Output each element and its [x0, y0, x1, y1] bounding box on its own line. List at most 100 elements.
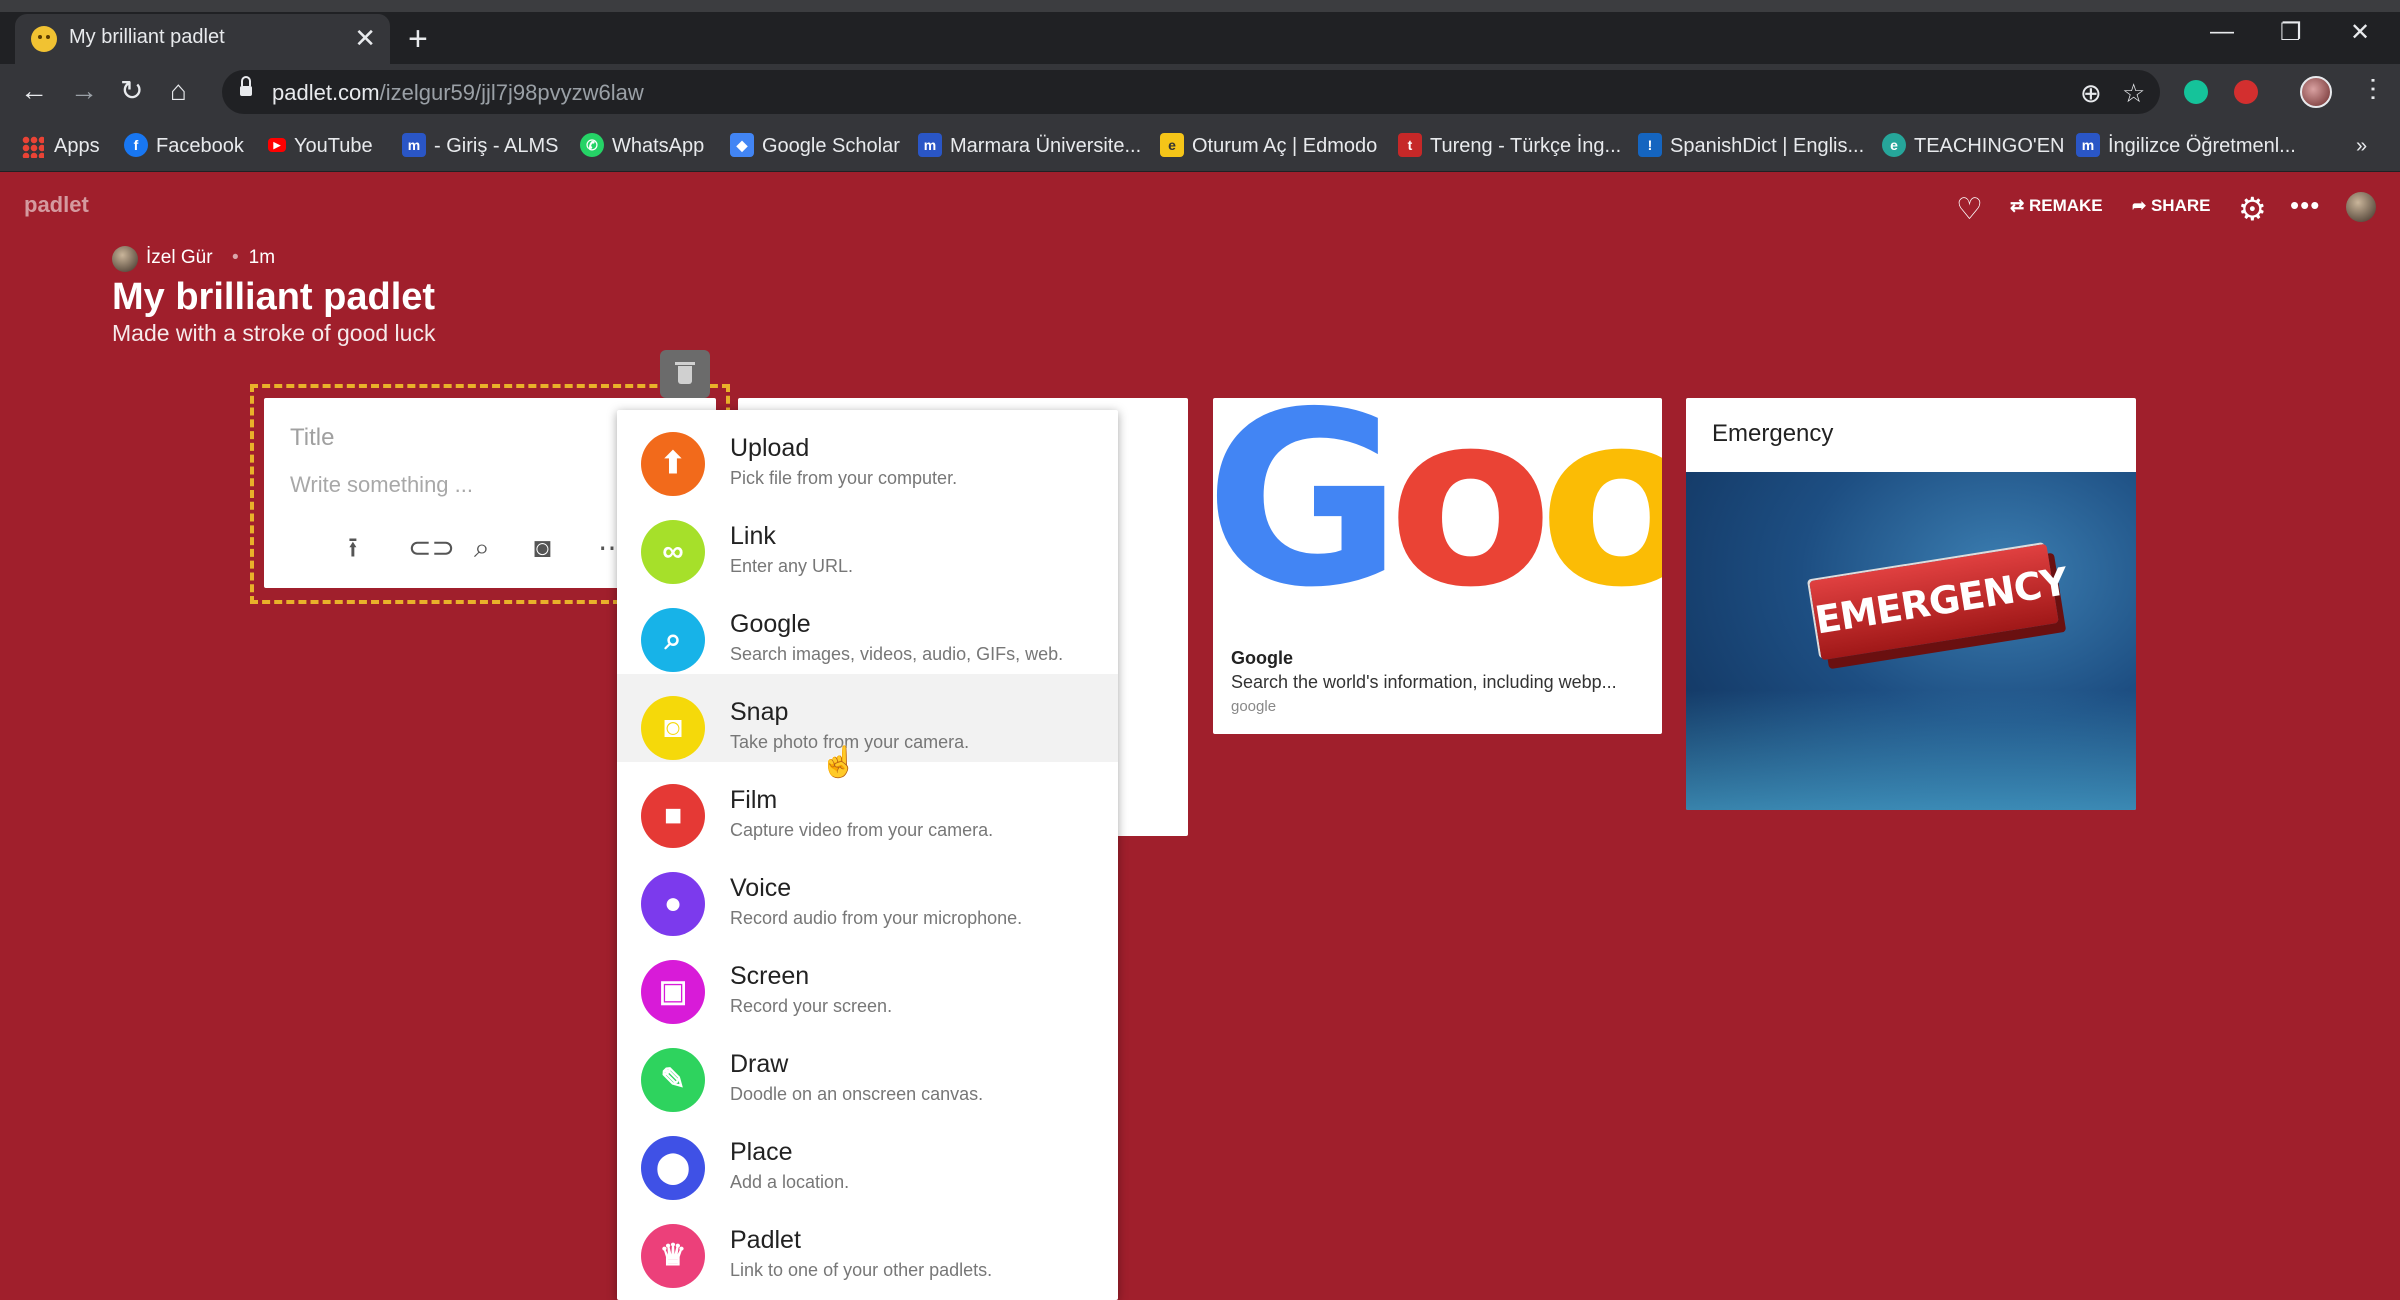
- bookmark-facebook[interactable]: f Facebook: [124, 130, 244, 162]
- bookmark-alms[interactable]: m- Giriş - ALMS: [402, 130, 558, 162]
- upload-icon[interactable]: ⭱: [348, 534, 358, 562]
- padlet-icon: ♛: [641, 1224, 705, 1288]
- link-icon: ∞: [641, 520, 705, 584]
- menu-item-voice[interactable]: ● Voice Record audio from your microphon…: [617, 850, 1118, 938]
- menu-item-label: Place: [730, 1138, 793, 1166]
- menu-item-upload[interactable]: ⬆ Upload Pick file from your computer.: [617, 410, 1118, 498]
- google-logo-text: Goog: [1213, 398, 1662, 598]
- remake-icon: ⇄: [2010, 196, 2029, 215]
- link-icon[interactable]: ⊂⊃: [408, 534, 455, 562]
- hand-cursor-icon: ☝: [820, 746, 858, 779]
- browser-toolbar: ← → ↻ ⌂ padlet.com/izelgur59/jjl7j98pvyz…: [0, 64, 2400, 120]
- menu-item-description: Search images, videos, audio, GIFs, web.: [730, 644, 1064, 664]
- emergency-sign: EMERGENCY: [1809, 543, 2071, 661]
- heart-icon[interactable]: ♡: [1956, 192, 1983, 227]
- microphone-icon: ●: [641, 872, 705, 936]
- menu-item-link[interactable]: ∞ Link Enter any URL.: [617, 498, 1118, 586]
- lock-icon[interactable]: [240, 76, 252, 98]
- browser-tabstrip: My brilliant padlet ✕ + — ❐ ✕: [0, 0, 2400, 64]
- bookmark-ingilizce[interactable]: m İngilizce Öğretmenl...: [2076, 130, 2296, 162]
- emergency-sign-image: EMERGENCY: [1686, 472, 2136, 810]
- menu-item-description: Capture video from your camera.: [730, 820, 994, 840]
- bookmarks-bar: Apps f Facebook ▶ YouTube m- Giriş - ALMS …: [0, 120, 2400, 172]
- menu-item-description: Record audio from your microphone.: [730, 908, 1023, 928]
- menu-item-label: Voice: [730, 874, 792, 902]
- menu-item-description: Record your screen.: [730, 996, 893, 1016]
- padlet-title[interactable]: My brilliant padlet: [112, 276, 435, 319]
- emergency-card-title: Emergency: [1712, 420, 1834, 447]
- menu-item-label: Draw: [730, 1050, 789, 1078]
- menu-item-film[interactable]: ■ Film Capture video from your camera.: [617, 762, 1118, 850]
- home-icon[interactable]: ⌂: [170, 74, 187, 108]
- post-time: 1m: [232, 247, 275, 269]
- post-body-input[interactable]: Write something ...: [290, 472, 473, 498]
- post-card-emergency[interactable]: Emergency EMERGENCY: [1686, 398, 2136, 810]
- restore-icon[interactable]: ❐: [2280, 18, 2302, 47]
- menu-item-screen[interactable]: ▣ Screen Record your screen.: [617, 938, 1118, 1026]
- bookmark-google-scholar[interactable]: ◆ Google Scholar: [730, 130, 900, 162]
- settings-gear-icon[interactable]: ⚙: [2238, 190, 2267, 228]
- browser-tab[interactable]: My brilliant padlet ✕: [15, 14, 390, 64]
- google-scholar-icon: ◆: [730, 132, 754, 157]
- remake-button[interactable]: ⇄ REMAKE: [2010, 196, 2103, 216]
- bookmarks-overflow-button[interactable]: »: [2356, 130, 2367, 162]
- forward-icon[interactable]: →: [70, 74, 98, 108]
- menu-item-draw[interactable]: ✎ Draw Doodle on an onscreen canvas.: [617, 1026, 1118, 1114]
- bookmark-tureng[interactable]: t Tureng - Türkçe İng...: [1398, 130, 1621, 162]
- extension-icon[interactable]: [2234, 80, 2258, 104]
- browser-menu-icon[interactable]: ⋯: [2359, 76, 2389, 102]
- post-title-input[interactable]: Title: [290, 424, 334, 452]
- bookmark-whatsapp[interactable]: ✆ WhatsApp: [580, 130, 704, 162]
- close-tab-icon[interactable]: ✕: [354, 24, 376, 52]
- menu-item-google[interactable]: ⌕ Google Search images, videos, audio, G…: [617, 586, 1118, 674]
- ingilizce-icon: m: [2076, 132, 2100, 157]
- post-card-google[interactable]: Goog Google Search the world's informati…: [1213, 398, 1662, 734]
- menu-item-label: Film: [730, 786, 778, 814]
- apps-grid-icon: [22, 135, 44, 158]
- edmodo-icon: e: [1160, 132, 1184, 157]
- close-window-icon[interactable]: ✕: [2350, 18, 2370, 47]
- google-search-icon[interactable]: ⌕: [474, 534, 490, 562]
- minimize-icon[interactable]: —: [2210, 18, 2234, 46]
- address-bar[interactable]: padlet.com/izelgur59/jjl7j98pvyzw6law ⊕ …: [222, 70, 2160, 114]
- menu-item-snap[interactable]: ◙ Snap Take photo from your camera.: [617, 674, 1118, 762]
- menu-item-label: Padlet: [730, 1226, 801, 1254]
- video-camera-icon: ■: [641, 784, 705, 848]
- facebook-icon: f: [124, 132, 148, 157]
- bookmark-teachingo[interactable]: e TEACHINGO'EN: [1882, 130, 2065, 162]
- menu-item-description: Enter any URL.: [730, 556, 854, 576]
- menu-item-label: Screen: [730, 962, 810, 990]
- bookmark-star-icon[interactable]: ☆: [2122, 78, 2145, 109]
- user-avatar[interactable]: [2346, 192, 2376, 222]
- bookmark-spanishdict[interactable]: ! SpanishDict | Englis...: [1638, 130, 1864, 162]
- more-options-icon[interactable]: •••: [2290, 190, 2320, 221]
- padlet-favicon-icon: [31, 26, 57, 52]
- trash-icon[interactable]: [660, 350, 710, 398]
- grammarly-extension-icon[interactable]: [2184, 80, 2208, 104]
- new-tab-button[interactable]: +: [408, 22, 428, 56]
- bookmark-apps[interactable]: Apps: [22, 130, 100, 162]
- bookmark-edmodo[interactable]: e Oturum Aç | Edmodo: [1160, 130, 1377, 162]
- profile-avatar[interactable]: [2300, 76, 2332, 108]
- back-icon[interactable]: ←: [20, 74, 48, 108]
- emergency-sign-text: EMERGENCY: [1812, 559, 2071, 643]
- padlet-subtitle[interactable]: Made with a stroke of good luck: [112, 320, 435, 347]
- upload-icon: ⬆: [641, 432, 705, 496]
- install-icon[interactable]: ⊕: [2080, 78, 2102, 109]
- camera-icon[interactable]: ◙: [534, 534, 551, 562]
- share-button[interactable]: ➦ SHARE: [2132, 196, 2210, 216]
- menu-item-padlet[interactable]: ♛ Padlet Link to one of your other padle…: [617, 1202, 1118, 1290]
- bookmark-youtube[interactable]: ▶ YouTube: [268, 130, 373, 162]
- reload-icon[interactable]: ↻: [120, 74, 143, 108]
- spanishdict-icon: !: [1638, 132, 1662, 157]
- menu-item-label: Upload: [730, 434, 810, 462]
- menu-item-description: Link to one of your other padlets.: [730, 1260, 993, 1280]
- menu-item-place[interactable]: ⬤ Place Add a location.: [617, 1114, 1118, 1202]
- pencil-icon: ✎: [641, 1048, 705, 1112]
- youtube-icon: ▶: [268, 137, 286, 152]
- padlet-logo[interactable]: padlet: [24, 192, 89, 218]
- whatsapp-icon: ✆: [580, 132, 604, 157]
- menu-item-label: Snap: [730, 698, 789, 726]
- marmara-icon: m: [918, 132, 942, 157]
- bookmark-marmara[interactable]: m Marmara Üniversite...: [918, 130, 1141, 162]
